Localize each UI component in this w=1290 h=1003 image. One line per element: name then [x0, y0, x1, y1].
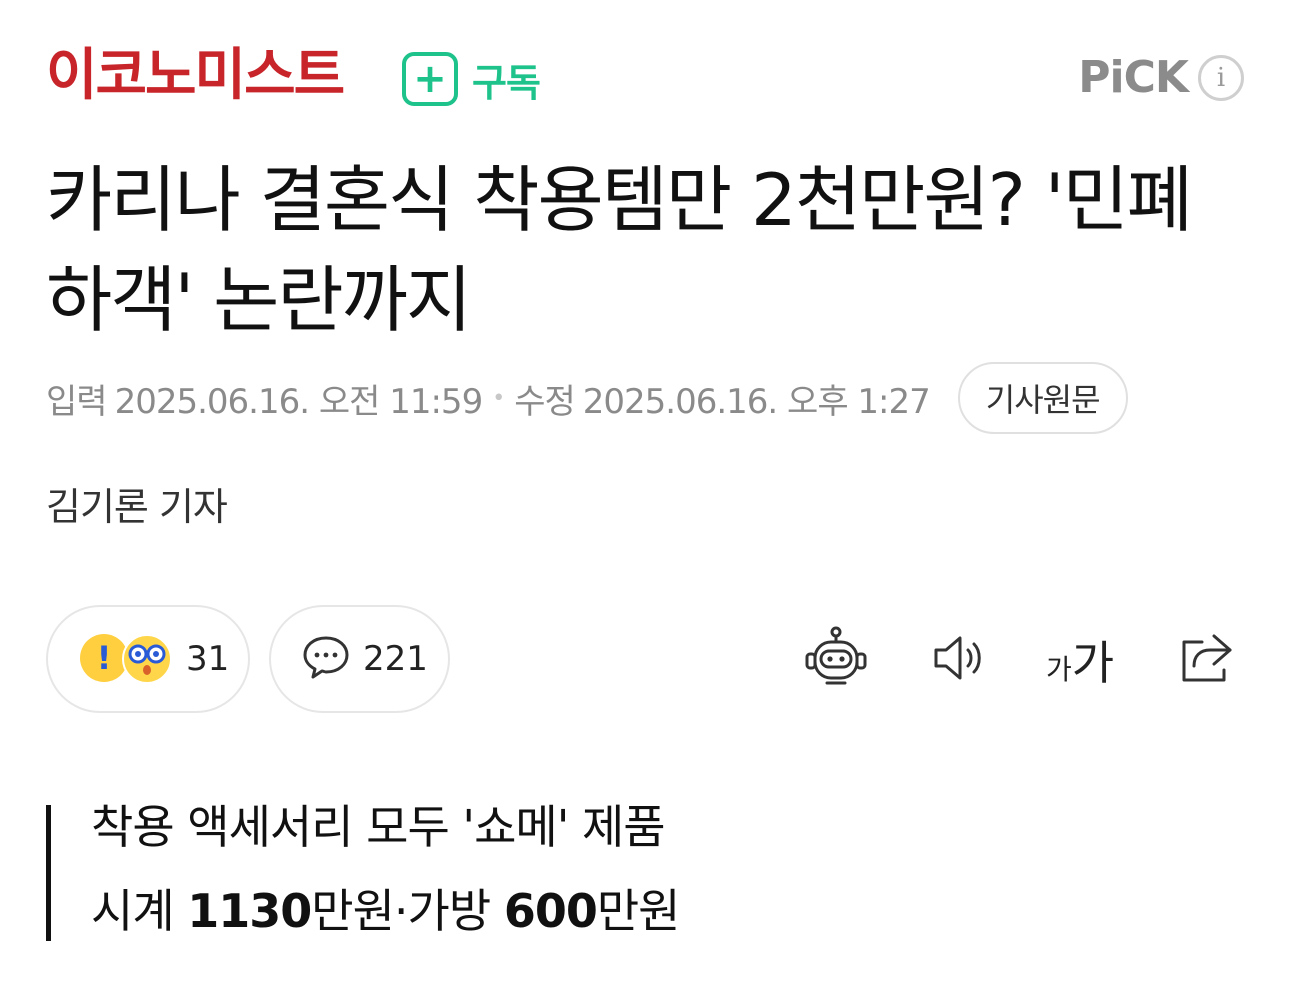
font-size-small: 가	[1045, 653, 1072, 686]
subscribe-button[interactable]: + 구독	[402, 52, 541, 106]
press-logo[interactable]: 이코노미스트	[46, 44, 345, 108]
font-size-big: 가	[1071, 636, 1115, 690]
article-headline: 카리나 결혼식 착용템만 2천만원? '민폐 하객' 논란까지	[46, 158, 1193, 342]
reaction-button[interactable]: ! 31	[46, 605, 250, 713]
summary-bag-price: 600	[503, 884, 598, 938]
font-size-icon: 가가	[1046, 627, 1114, 693]
article-summary: 착용 액세서리 모두 '쇼메' 제품 시계 1130만원·가방 600만원	[46, 800, 946, 941]
reporter-name[interactable]: 김기론 기자	[46, 476, 228, 531]
comment-icon	[301, 632, 351, 686]
modified-label: 수정	[514, 381, 576, 422]
modified-datetime: 2025.06.16. 오후 1:27	[582, 381, 931, 422]
reaction-emoji-group: !	[80, 634, 174, 684]
input-label: 입력	[46, 381, 108, 422]
share-icon	[1174, 626, 1238, 694]
surprise-emoji-icon: !	[80, 634, 128, 682]
subscribe-plus-icon: +	[402, 52, 458, 106]
summary-line-2-prefix: 시계	[91, 884, 188, 938]
shocked-emoji-icon	[122, 634, 172, 684]
summary-line-1: 착용 액세서리 모두 '쇼메' 제품	[91, 800, 666, 854]
comment-count: 221	[363, 639, 428, 679]
article-header: 이코노미스트 + 구독 PiCK i	[0, 0, 1290, 130]
summary-line-2: 시계 1130만원·가방 600만원	[91, 888, 946, 934]
pick-label: PiCK	[1078, 52, 1189, 103]
article-meta: 입력 2025.06.16. 오전 11:59 • 수정 2025.06.16.…	[46, 362, 1128, 434]
speaker-icon	[928, 626, 992, 694]
summary-watch-price: 1130	[187, 884, 312, 938]
original-article-button[interactable]: 기사원문	[957, 362, 1128, 434]
summary-line-2-mid: 만원·가방	[311, 884, 504, 938]
summary-bot-button[interactable]	[796, 620, 876, 700]
share-button[interactable]	[1166, 620, 1246, 700]
robot-icon	[801, 623, 871, 697]
font-size-button[interactable]: 가가	[1040, 620, 1120, 700]
comment-button[interactable]: 221	[269, 605, 450, 713]
info-icon[interactable]: i	[1198, 54, 1244, 101]
meta-separator: •	[492, 385, 505, 411]
text-to-speech-button[interactable]	[920, 620, 1000, 700]
input-datetime: 2025.06.16. 오전 11:59	[114, 381, 484, 422]
pick-badge[interactable]: PiCK i	[1078, 52, 1244, 103]
reaction-count: 31	[186, 639, 230, 679]
article-tools: 가가	[796, 620, 1246, 700]
subscribe-label: 구독	[472, 60, 541, 105]
summary-line-2-suffix: 만원	[596, 884, 681, 938]
